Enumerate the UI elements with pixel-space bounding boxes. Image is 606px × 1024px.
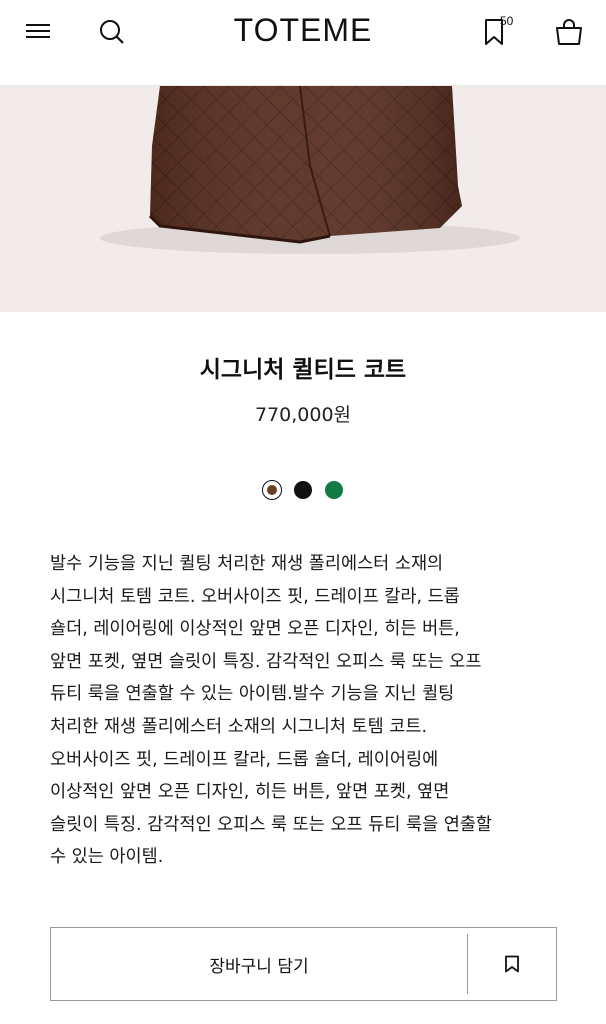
description-line: 발수 기능을 지닌 퀼팅 처리한 재생 폴리에스터 소재의 [50,554,444,574]
wishlist-count-badge: 50 [500,14,514,28]
top-header: TOTEME 50 [0,0,606,86]
description-line: 오버사이즈 핏, 드레이프 칼라, 드롭 숄더, 레이어링에 [50,749,439,770]
swatch-dot [267,485,277,495]
description-line: 듀티 룩을 연출할 수 있는 아이템.발수 기능을 지닌 퀼팅 [50,684,455,705]
swatch-dot [325,481,343,499]
quilted-coat-image [100,86,520,254]
product-image[interactable] [0,86,606,312]
description-line: 처리한 재생 폴리에스터 소재의 시그니처 토템 코트. [50,716,428,737]
product-title: 시그니처 퀼티드 코트 [199,357,407,383]
brand-logo[interactable]: TOTEME [0,12,606,49]
bookmark-icon [505,955,519,973]
description-line: 슬릿이 특징. 감각적인 오피스 룩 또는 오프 듀티 룩을 연출할 [50,814,493,835]
product-description: 발수 기능을 지닌 퀼팅 처리한 재생 폴리에스터 소재의 시그니처 토템 코트… [50,548,560,874]
add-to-wishlist-button[interactable] [468,928,556,1000]
description-line: 이상적인 앞면 오픈 디자인, 히든 버튼, 앞면 포켓, 옆면 [50,782,450,803]
description-line: 숄더, 레이어링에 이상적인 앞면 오픈 디자인, 히든 버튼, [50,619,460,640]
swatch-dot [294,481,312,499]
purchase-actions: 장바구니 담기 [50,927,557,1001]
shopping-bag-icon[interactable] [554,18,584,46]
description-line: 앞면 포켓, 옆면 슬릿이 특징. 감각적인 오피스 룩 또는 오프 [50,651,482,672]
swatch-green[interactable] [324,480,344,500]
color-swatches [262,480,352,500]
add-to-cart-button[interactable]: 장바구니 담기 [51,928,467,1000]
product-price: 770,000원 [254,404,352,426]
swatch-black[interactable] [293,480,313,500]
description-line: 시그니처 토템 코트. 오버사이즈 핏, 드레이프 칼라, 드롭 [50,586,460,607]
swatch-brown[interactable] [262,480,282,500]
description-line: 수 있는 아이템. [50,847,164,868]
